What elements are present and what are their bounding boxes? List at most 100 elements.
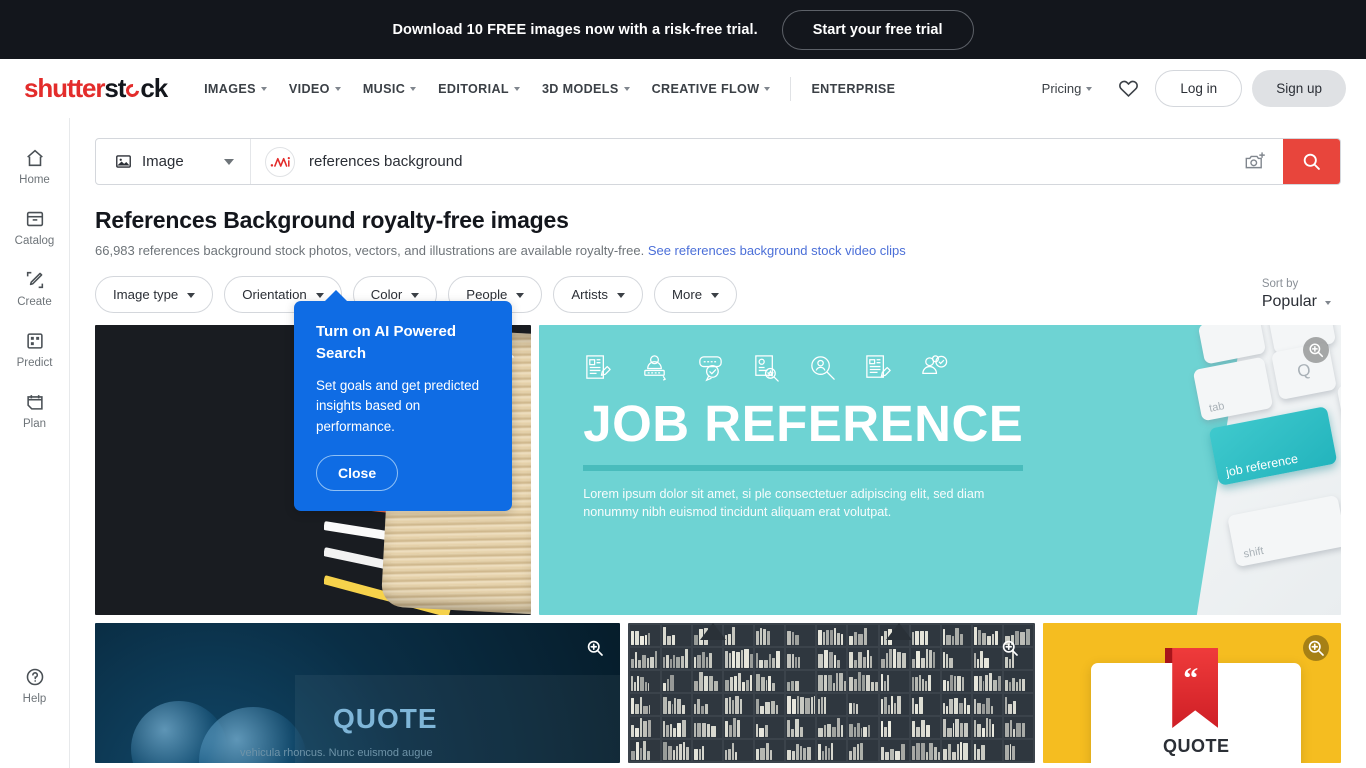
book-spine: [890, 748, 895, 760]
result-tile-job-reference[interactable]: JOB REFERENCE Lorem ipsum dolor sit amet…: [539, 325, 1341, 615]
book-spine: [701, 651, 706, 668]
sort-value-dropdown[interactable]: Popular: [1262, 293, 1331, 311]
book-spine: [828, 675, 832, 691]
book-spine: [724, 749, 727, 760]
ai-search-toggle[interactable]: [265, 147, 295, 177]
zoom-preview-icon[interactable]: [1302, 635, 1329, 661]
nav-label: ENTERPRISE: [811, 81, 896, 96]
search-row: Image: [70, 118, 1366, 185]
book-spine: [893, 703, 896, 714]
filter-artists[interactable]: Artists: [553, 276, 643, 313]
magnifier-plus-icon: [1309, 343, 1324, 358]
book-spine: [959, 633, 964, 645]
zoom-preview-icon[interactable]: [582, 635, 608, 661]
book-spine: [883, 681, 887, 691]
zoom-preview-icon[interactable]: [997, 635, 1023, 661]
bookshelf-cell: [817, 648, 847, 669]
book-spine: [744, 649, 749, 668]
book-spine: [654, 650, 657, 668]
search-bar: Image: [95, 138, 1341, 185]
job-banner-rule: [583, 465, 1024, 471]
rail-item-help[interactable]: Help: [0, 655, 69, 716]
result-tile-bookshelf[interactable]: [628, 623, 1036, 763]
book-spine: [794, 634, 799, 645]
search-input[interactable]: [295, 139, 1228, 184]
nav-item-video[interactable]: VIDEO: [278, 74, 352, 104]
book-spine: [929, 649, 932, 668]
book-spine: [828, 748, 831, 760]
nav-item-enterprise[interactable]: ENTERPRISE: [800, 74, 906, 104]
book-spine: [849, 702, 852, 714]
magnifier-plus-icon: [1308, 640, 1324, 656]
zoom-preview-icon[interactable]: [1303, 337, 1329, 363]
nav-item-creative-flow[interactable]: CREATIVE FLOW: [641, 74, 782, 104]
book-spine: [760, 747, 765, 760]
result-tile-quote-yellow[interactable]: “ QUOTE: [1043, 623, 1341, 763]
book-spine: [985, 698, 990, 714]
bookshelf-cell: [661, 717, 691, 738]
book-spine: [849, 750, 852, 760]
bookshelf-cell: [879, 694, 909, 715]
rail-item-predict[interactable]: Predict: [0, 319, 69, 380]
filter-image-type[interactable]: Image type: [95, 276, 214, 313]
book-spine: [967, 704, 970, 714]
book-spine: [818, 674, 823, 691]
book-spine: [919, 631, 924, 645]
results-header: References Background royalty-free image…: [70, 185, 1366, 258]
book-spine: [963, 742, 968, 760]
sign-up-button[interactable]: Sign up: [1252, 70, 1346, 107]
book-spine: [932, 651, 935, 668]
book-spine: [836, 718, 840, 737]
grid-row-1: JOB REFERENCE Lorem ipsum dolor sit amet…: [95, 325, 1341, 615]
tooltip-close-button[interactable]: Close: [316, 455, 399, 491]
book-spine: [724, 650, 729, 668]
rail-item-plan[interactable]: Plan: [0, 380, 69, 441]
document-pen-icon: [866, 355, 891, 378]
book-spine: [681, 719, 687, 737]
nav-item-editorial[interactable]: EDITORIAL: [427, 74, 531, 104]
book-spine: [698, 672, 704, 691]
chip-label: Image type: [113, 287, 179, 302]
bookshelf-cell: [879, 648, 909, 669]
book-spine: [704, 676, 709, 691]
book-spine: [792, 653, 795, 668]
book-spine: [1021, 678, 1025, 691]
start-free-trial-button[interactable]: Start your free trial: [781, 9, 974, 50]
book-spine: [856, 744, 860, 760]
book-spine: [831, 727, 836, 737]
book-spine: [981, 745, 985, 760]
search-submit-button[interactable]: [1283, 139, 1340, 184]
reverse-image-search-button[interactable]: [1228, 139, 1283, 184]
result-tile-quote-blue[interactable]: QUOTE vehicula rhoncus. Nunc euismod aug…: [95, 623, 621, 763]
book-spine: [959, 703, 964, 714]
book-spine: [728, 697, 732, 714]
asset-type-select[interactable]: Image: [96, 139, 251, 184]
log-in-button[interactable]: Log in: [1155, 70, 1243, 107]
bookshelf-cell: [910, 671, 940, 692]
nav-item-images[interactable]: IMAGES: [193, 74, 278, 104]
filter-more[interactable]: More: [654, 276, 738, 313]
shutterstock-logo[interactable]: shutter st ck: [24, 73, 168, 104]
book-spine: [673, 727, 676, 737]
nav-item-music[interactable]: MUSIC: [352, 74, 427, 104]
favorites-button[interactable]: [1108, 72, 1149, 105]
promo-banner: Download 10 FREE images now with a risk-…: [0, 0, 1366, 59]
book-spine: [977, 723, 981, 737]
nav-item-3d-models[interactable]: 3D MODELS: [531, 74, 641, 104]
rail-item-catalog[interactable]: Catalog: [0, 197, 69, 258]
book-spine: [852, 746, 856, 760]
book-spine: [911, 658, 915, 668]
video-clips-link[interactable]: See references background stock video cl…: [648, 243, 906, 258]
chevron-down-icon: [411, 292, 420, 298]
book-spine: [676, 746, 678, 760]
pricing-menu[interactable]: Pricing: [1032, 73, 1103, 104]
rail-item-create[interactable]: Create: [0, 258, 69, 319]
book-spine: [810, 696, 814, 714]
sort-label: Sort by: [1261, 278, 1299, 290]
book-spine: [880, 720, 883, 737]
chevron-down-icon: [516, 292, 525, 298]
book-spine: [713, 681, 718, 691]
rail-item-home[interactable]: Home: [0, 136, 69, 197]
book-spine: [979, 650, 983, 668]
book-spine: [977, 748, 981, 760]
